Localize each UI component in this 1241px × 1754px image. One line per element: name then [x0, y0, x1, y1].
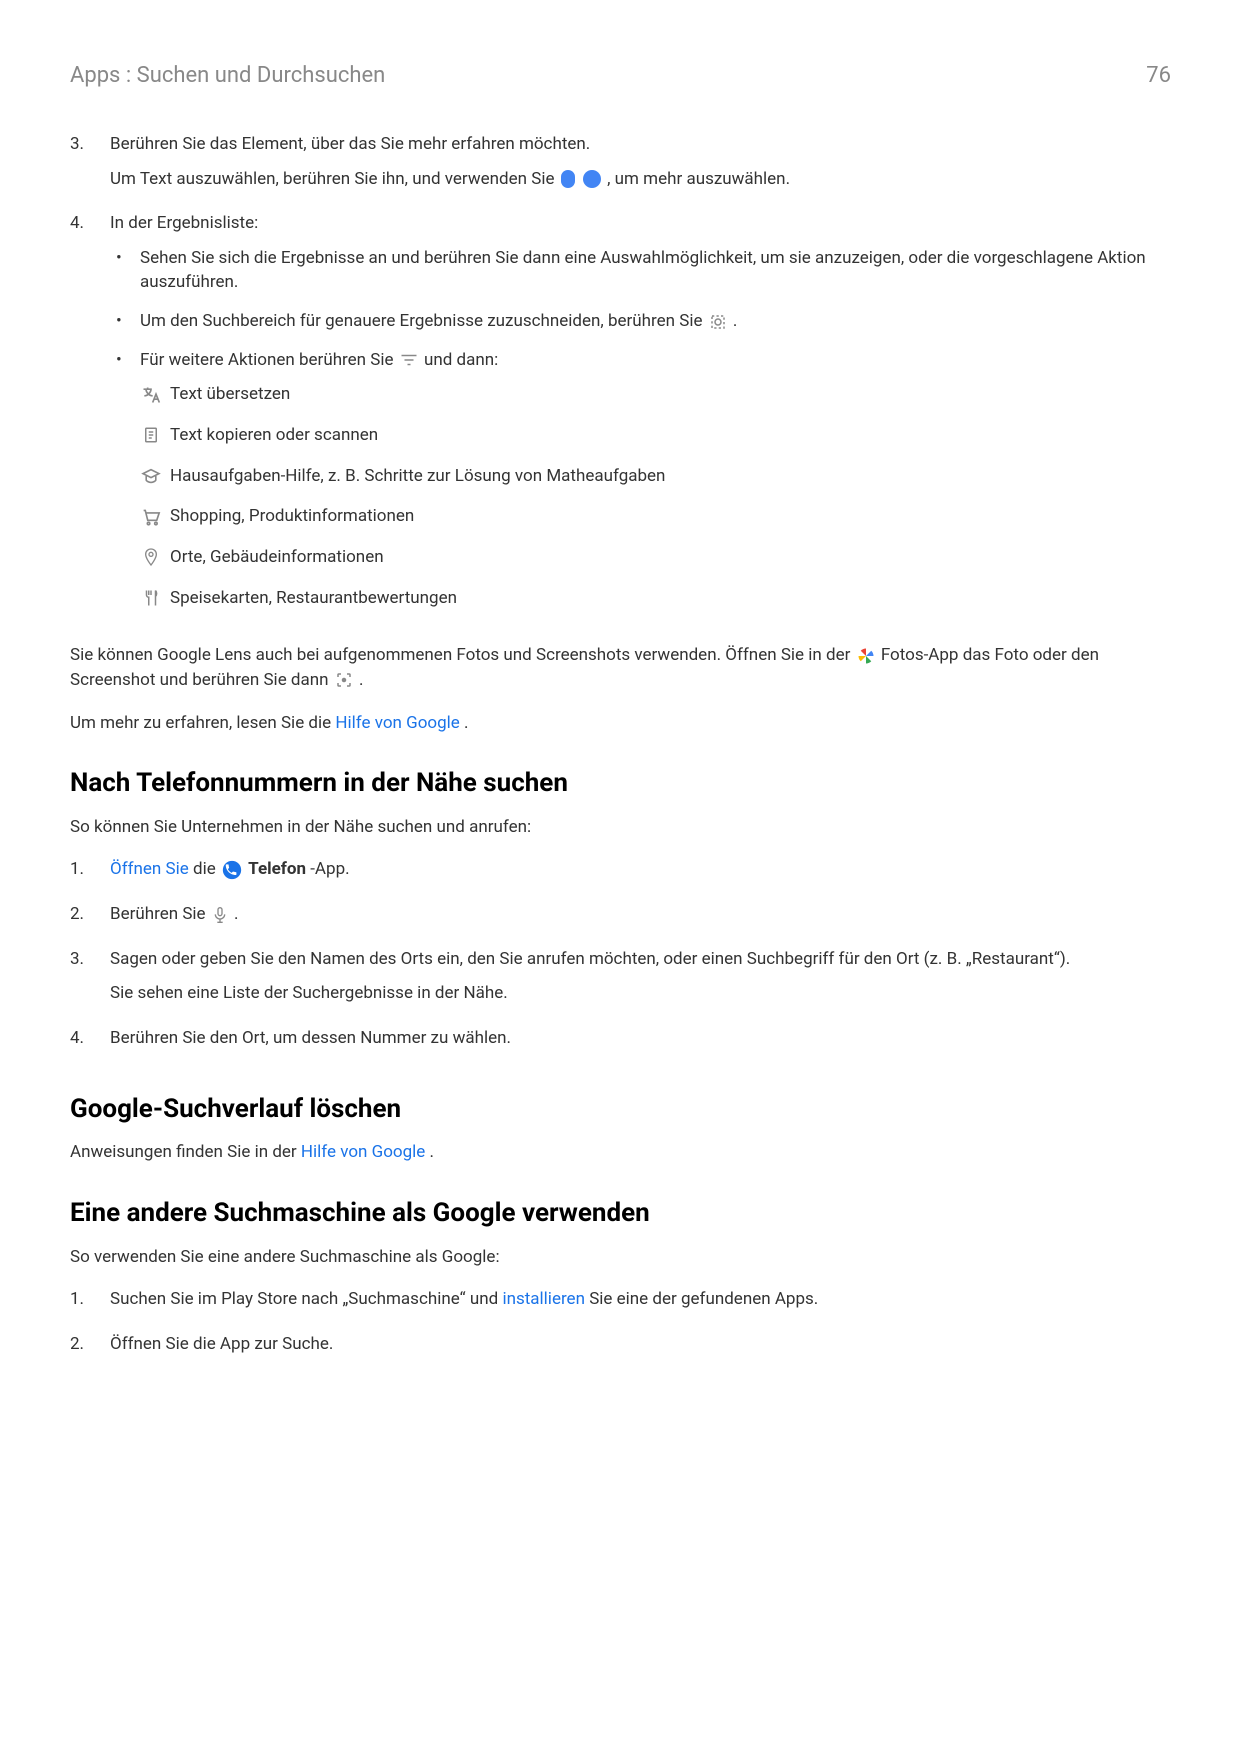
bullet-item: Sehen Sie sich die Ergebnisse an und ber…	[110, 246, 1171, 295]
fork-knife-icon	[140, 588, 162, 608]
action-icon-list: Text übersetzen Text kopieren oder scann…	[140, 382, 1171, 610]
step-number: 4.	[70, 211, 110, 626]
step-text: Berühren Sie den Ort, um dessen Nummer z…	[110, 1026, 1171, 1051]
action-copy: Text kopieren oder scannen	[140, 423, 1171, 448]
action-label: Hausaufgaben-Hilfe, z. B. Schritte zur L…	[170, 464, 665, 489]
graduation-cap-icon	[140, 466, 162, 486]
action-label: Shopping, Produktinformationen	[170, 504, 414, 529]
other-intro: So verwenden Sie eine andere Suchmaschin…	[70, 1245, 1171, 1270]
page-number: 76	[1146, 60, 1171, 92]
selection-handle-left-icon	[561, 170, 575, 188]
learn-more-paragraph: Um mehr zu erfahren, lesen Sie die Hilfe…	[70, 711, 1171, 736]
page-header: Apps : Suchen und Durchsuchen 76	[70, 60, 1171, 92]
step-text: Sie sehen eine Liste der Suchergebnisse …	[110, 981, 1171, 1006]
action-dining: Speisekarten, Restaurantbewertungen	[140, 586, 1171, 611]
step-number: 2.	[70, 902, 110, 937]
other-step-2: 2. Öffnen Sie die App zur Suche.	[70, 1332, 1171, 1367]
history-paragraph: Anweisungen finden Sie in der Hilfe von …	[70, 1140, 1171, 1165]
step-number: 1.	[70, 1287, 110, 1322]
breadcrumb: Apps : Suchen und Durchsuchen	[70, 60, 385, 92]
step-text: Suchen Sie im Play Store nach „Suchmasch…	[110, 1287, 1171, 1312]
phone-step-2: 2. Berühren Sie .	[70, 902, 1171, 937]
step-number: 3.	[70, 947, 110, 1016]
other-steps: 1. Suchen Sie im Play Store nach „Suchma…	[70, 1287, 1171, 1366]
open-link[interactable]: Öffnen Sie	[110, 859, 189, 879]
app-name: Telefon	[248, 859, 306, 879]
step-text: Sagen oder geben Sie den Namen des Orts …	[110, 947, 1171, 972]
phone-intro: So können Sie Unternehmen in der Nähe su…	[70, 815, 1171, 840]
bullet-item: Für weitere Aktionen berühren Sie und da…	[110, 348, 1171, 610]
translate-icon	[140, 385, 162, 405]
step-text: In der Ergebnisliste:	[110, 211, 1171, 236]
other-step-1: 1. Suchen Sie im Play Store nach „Suchma…	[70, 1287, 1171, 1322]
action-label: Speisekarten, Restaurantbewertungen	[170, 586, 457, 611]
lens-paragraph: Sie können Google Lens auch bei aufgenom…	[70, 643, 1171, 692]
pin-icon	[140, 547, 162, 567]
action-shopping: Shopping, Produktinformationen	[140, 504, 1171, 529]
phone-app-icon	[222, 860, 242, 880]
heading-phone-search: Nach Telefonnummern in der Nähe suchen	[70, 765, 1171, 803]
instruction-list: 3. Berühren Sie das Element, über das Si…	[70, 132, 1171, 626]
step-number: 2.	[70, 1332, 110, 1367]
action-label: Text kopieren oder scannen	[170, 423, 378, 448]
action-label: Text übersetzen	[170, 382, 290, 407]
install-link[interactable]: installieren	[502, 1289, 585, 1309]
step-number: 1.	[70, 857, 110, 892]
phone-step-1: 1. Öffnen Sie die Telefon -App.	[70, 857, 1171, 892]
heading-other-engine: Eine andere Suchmaschine als Google verw…	[70, 1195, 1171, 1233]
action-places: Orte, Gebäudeinformationen	[140, 545, 1171, 570]
phone-step-3: 3. Sagen oder geben Sie den Namen des Or…	[70, 947, 1171, 1016]
phone-step-4: 4. Berühren Sie den Ort, um dessen Numme…	[70, 1026, 1171, 1061]
google-help-link[interactable]: Hilfe von Google	[335, 713, 459, 733]
photos-app-icon	[857, 647, 875, 665]
document-icon	[140, 425, 162, 445]
step-number: 4.	[70, 1026, 110, 1061]
filter-icon	[400, 353, 418, 367]
phone-steps: 1. Öffnen Sie die Telefon -App. 2. Berüh…	[70, 857, 1171, 1060]
step-text: Berühren Sie das Element, über das Sie m…	[110, 132, 1171, 157]
step-text: Öffnen Sie die Telefon -App.	[110, 857, 1171, 882]
shopping-cart-icon	[140, 507, 162, 527]
step-text: Öffnen Sie die App zur Suche.	[110, 1332, 1171, 1357]
sub-bullets: Sehen Sie sich die Ergebnisse an und ber…	[110, 246, 1171, 610]
heading-history: Google-Suchverlauf löschen	[70, 1091, 1171, 1129]
lens-icon	[335, 671, 353, 689]
google-help-link[interactable]: Hilfe von Google	[301, 1142, 425, 1162]
mic-icon	[212, 906, 228, 924]
action-homework: Hausaufgaben-Hilfe, z. B. Schritte zur L…	[140, 464, 1171, 489]
action-label: Orte, Gebäudeinformationen	[170, 545, 384, 570]
bullet-item: Um den Suchbereich für genauere Ergebnis…	[110, 309, 1171, 334]
crop-search-icon	[709, 313, 727, 331]
action-translate: Text übersetzen	[140, 382, 1171, 407]
selection-handle-right-icon	[583, 170, 601, 188]
step-3: 3. Berühren Sie das Element, über das Si…	[70, 132, 1171, 201]
step-text: Berühren Sie .	[110, 902, 1171, 927]
step-number: 3.	[70, 132, 110, 201]
step-4: 4. In der Ergebnisliste: Sehen Sie sich …	[70, 211, 1171, 626]
step-text: Um Text auszuwählen, berühren Sie ihn, u…	[110, 167, 1171, 192]
